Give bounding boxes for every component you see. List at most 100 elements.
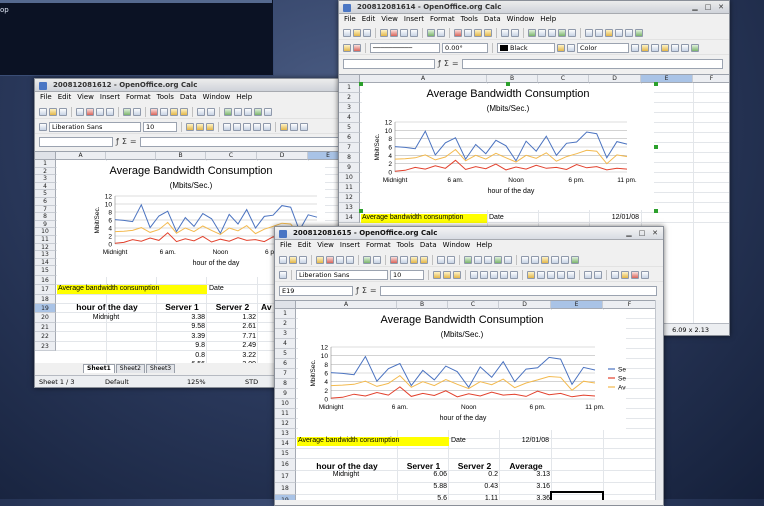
row-header-11[interactable]: 11 bbox=[275, 409, 296, 419]
background-color-icon[interactable] bbox=[621, 270, 629, 279]
align-objects-icon[interactable] bbox=[671, 43, 679, 52]
row-header-10[interactable]: 10 bbox=[35, 228, 56, 236]
hyperlink-icon[interactable] bbox=[224, 107, 232, 116]
bandwidth-chart[interactable]: Average Bandwidth Consumption (Mbits/Sec… bbox=[298, 310, 626, 430]
sheet-tab-1[interactable]: Sheet1 bbox=[83, 364, 115, 373]
paste-icon[interactable] bbox=[170, 107, 178, 116]
menu-help[interactable]: Help bbox=[236, 92, 252, 103]
cell-value-s2[interactable]: 0.2 bbox=[449, 471, 500, 479]
row-header-2[interactable]: 2 bbox=[339, 93, 360, 103]
sum-icon[interactable]: Σ bbox=[444, 59, 449, 68]
name-box[interactable]: E19 bbox=[279, 285, 353, 296]
column-header-f[interactable]: F bbox=[603, 301, 657, 309]
styles-icon[interactable] bbox=[39, 122, 47, 131]
header-average-partial[interactable]: Av bbox=[261, 303, 272, 312]
selection-handle[interactable] bbox=[654, 145, 658, 149]
status-zoom[interactable]: 125% bbox=[187, 378, 235, 386]
row-header-2[interactable]: 2 bbox=[275, 319, 296, 329]
row-header-10[interactable]: 10 bbox=[275, 399, 296, 409]
sum-icon[interactable]: Σ bbox=[122, 137, 127, 146]
spellcheck-icon[interactable] bbox=[363, 255, 371, 264]
label-average-bandwidth[interactable]: Average bandwidth consumption bbox=[57, 285, 207, 294]
format-paintbrush-icon[interactable] bbox=[484, 28, 492, 37]
add-decimal-icon[interactable] bbox=[557, 270, 565, 279]
sum-icon[interactable]: Σ bbox=[362, 286, 367, 295]
column-header-d[interactable]: D bbox=[499, 301, 551, 309]
equals-icon[interactable]: = bbox=[452, 59, 459, 68]
cell-value-s1[interactable]: 9.8 bbox=[157, 342, 207, 350]
redo-icon[interactable] bbox=[207, 107, 215, 116]
format-paintbrush-icon[interactable] bbox=[420, 255, 428, 264]
insert-chart-icon[interactable] bbox=[558, 28, 566, 37]
open-folder-icon[interactable] bbox=[289, 255, 297, 264]
undo-icon[interactable] bbox=[437, 255, 445, 264]
area-color-box[interactable]: Color bbox=[577, 42, 629, 53]
cell-value-s1[interactable]: 6.06 bbox=[398, 471, 449, 479]
cell-value-s1[interactable]: 3.38 bbox=[157, 314, 207, 322]
insert-chart-icon[interactable] bbox=[254, 107, 262, 116]
row-header-1[interactable]: 1 bbox=[339, 83, 360, 93]
sort-descending-icon[interactable] bbox=[484, 255, 492, 264]
function-wizard-icon[interactable]: ƒ bbox=[438, 59, 441, 68]
area-style-icon[interactable] bbox=[567, 43, 575, 52]
title-bar[interactable]: 200812081614 - OpenOffice.org Calc ▁ □ ✕ bbox=[339, 1, 729, 14]
font-size-box[interactable]: 10 bbox=[390, 269, 424, 280]
currency-icon[interactable] bbox=[527, 270, 535, 279]
cell-value-avg[interactable]: 3.36 bbox=[500, 495, 552, 500]
redo-icon[interactable] bbox=[447, 255, 455, 264]
zoom-icon[interactable] bbox=[625, 28, 633, 37]
formula-input[interactable] bbox=[139, 136, 341, 147]
cell-value-avg[interactable]: 3.13 bbox=[500, 471, 552, 479]
show-draw-functions-icon[interactable] bbox=[568, 28, 576, 37]
formula-input[interactable] bbox=[379, 285, 657, 296]
row-header-4[interactable]: 4 bbox=[275, 339, 296, 349]
help-icon[interactable] bbox=[635, 28, 643, 37]
save-icon[interactable] bbox=[59, 107, 67, 116]
underline-icon[interactable] bbox=[453, 270, 461, 279]
row-header-6[interactable]: 6 bbox=[275, 359, 296, 369]
cell-value-s2[interactable]: 1.32 bbox=[207, 314, 258, 322]
date-value[interactable]: 12/01/08 bbox=[589, 214, 640, 222]
navigator-icon[interactable] bbox=[595, 28, 603, 37]
column-header-a[interactable]: A bbox=[360, 75, 487, 83]
align-right-icon[interactable] bbox=[243, 122, 251, 131]
merge-cells-icon[interactable] bbox=[263, 122, 271, 131]
menu-file[interactable]: File bbox=[40, 92, 52, 103]
cell-value-s1[interactable]: 3.39 bbox=[157, 333, 207, 341]
row-header-11[interactable]: 11 bbox=[35, 236, 56, 244]
row-header-13[interactable]: 13 bbox=[339, 203, 360, 213]
styles-icon[interactable] bbox=[279, 270, 287, 279]
spreadsheet-grid[interactable]: A B C D E F 1234567891011121314151617181… bbox=[275, 300, 663, 500]
cell-value-s1[interactable]: 5.88 bbox=[398, 483, 449, 491]
name-box[interactable] bbox=[39, 136, 113, 147]
menu-view[interactable]: View bbox=[77, 92, 94, 103]
status-page-style[interactable]: Default bbox=[105, 378, 177, 386]
row-header-9[interactable]: 9 bbox=[339, 163, 360, 173]
currency-icon[interactable] bbox=[280, 122, 288, 131]
export-pdf-icon[interactable] bbox=[390, 28, 398, 37]
column-header-c[interactable]: C bbox=[448, 301, 499, 309]
row-header-18[interactable]: 18 bbox=[35, 294, 56, 304]
menu-data[interactable]: Data bbox=[180, 92, 197, 103]
italic-icon[interactable] bbox=[443, 270, 451, 279]
row-header-22[interactable]: 22 bbox=[35, 332, 56, 342]
column-header-a[interactable]: A bbox=[56, 152, 106, 160]
selection-handle[interactable] bbox=[654, 82, 658, 86]
row-header-9[interactable]: 9 bbox=[35, 220, 56, 229]
column-header-e[interactable]: E bbox=[641, 75, 693, 83]
arrange-icon[interactable] bbox=[661, 43, 669, 52]
menu-help[interactable]: Help bbox=[476, 240, 492, 251]
row-header-12[interactable]: 12 bbox=[275, 419, 296, 429]
save-icon[interactable] bbox=[363, 28, 371, 37]
format-paintbrush-icon[interactable] bbox=[180, 107, 188, 116]
cut-icon[interactable] bbox=[454, 28, 462, 37]
page-preview-icon[interactable] bbox=[106, 107, 114, 116]
delete-decimal-icon[interactable] bbox=[567, 270, 575, 279]
menu-edit[interactable]: Edit bbox=[58, 92, 72, 103]
line-angle-box[interactable]: 0.00° bbox=[442, 42, 488, 53]
column-header-d[interactable]: D bbox=[257, 152, 308, 160]
align-left-icon[interactable] bbox=[223, 122, 231, 131]
arrow-style-icon[interactable] bbox=[353, 43, 361, 52]
row-header-7[interactable]: 7 bbox=[275, 369, 296, 379]
undo-icon[interactable] bbox=[197, 107, 205, 116]
